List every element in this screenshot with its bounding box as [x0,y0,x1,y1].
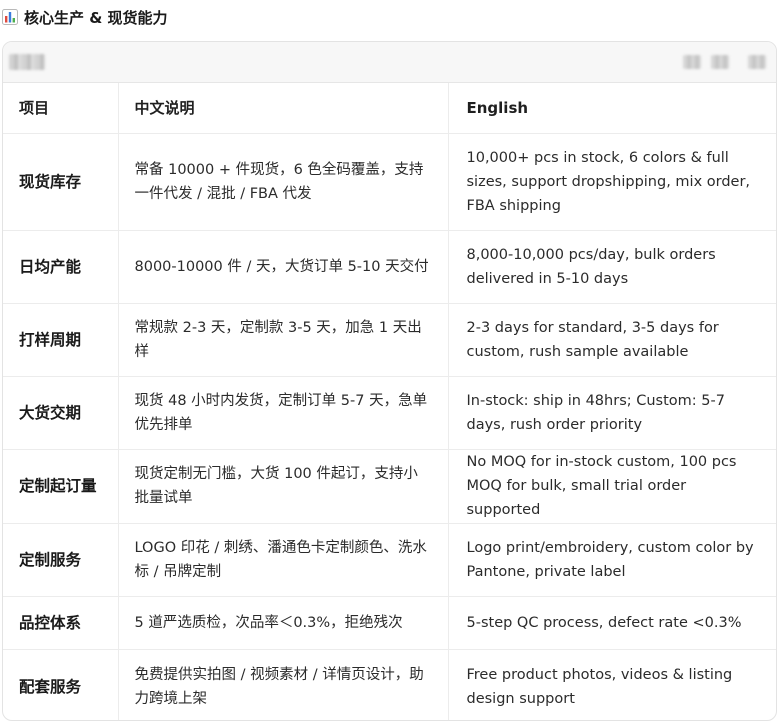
row-item: 定制服务 [3,523,119,597]
row-english: 10,000+ pcs in stock, 6 colors & full si… [448,133,776,231]
row-chinese: 现货定制无门槛，大货 100 件起订，支持小批量试单 [118,449,449,524]
table-row: 定制服务 LOGO 印花 / 刺绣、潘通色卡定制颜色、洗水标 / 吊牌定制 Lo… [3,523,776,597]
row-english: Logo print/embroidery, custom color by P… [448,523,776,597]
row-chinese: 常规款 2-3 天，定制款 3-5 天，加急 1 天出样 [118,303,449,377]
row-item: 大货交期 [3,376,119,450]
section-title: 核心生产 & 现货能力 [24,8,168,27]
section-heading: 核心生产 & 现货能力 [2,6,168,28]
header-english: English [448,83,776,134]
row-chinese: 常备 10000 + 件现货，6 色全码覆盖，支持一件代发 / 混批 / FBA… [118,133,449,231]
capability-table: 项目 中文说明 English 现货库存 常备 10000 + 件现货，6 色全… [3,83,776,720]
row-english: 8,000-10,000 pcs/day, bulk orders delive… [448,230,776,304]
table-row: 大货交期 现货 48 小时内发货，定制订单 5-7 天，急单优先排单 In-st… [3,376,776,450]
row-item: 定制起订量 [3,449,119,524]
row-chinese: 免费提供实拍图 / 视频素材 / 详情页设计，助力跨境上架 [118,649,449,720]
row-english: In-stock: ship in 48hrs; Custom: 5-7 day… [448,376,776,450]
blurred-toolbar-button[interactable] [683,55,701,69]
table-row: 打样周期 常规款 2-3 天，定制款 3-5 天，加急 1 天出样 2-3 da… [3,303,776,377]
table-row: 日均产能 8000-10000 件 / 天，大货订单 5-10 天交付 8,00… [3,230,776,304]
row-item: 打样周期 [3,303,119,377]
row-item: 品控体系 [3,596,119,650]
table-header-row: 项目 中文说明 English [3,83,776,134]
row-english: 5-step QC process, defect rate <0.3% [448,596,776,650]
header-item: 项目 [3,83,119,134]
blurred-toolbar-button[interactable] [711,55,729,69]
row-english: No MOQ for in-stock custom, 100 pcs MOQ … [448,449,776,524]
table-row: 现货库存 常备 10000 + 件现货，6 色全码覆盖，支持一件代发 / 混批 … [3,133,776,231]
header-chinese: 中文说明 [118,83,449,134]
table-row: 定制起订量 现货定制无门槛，大货 100 件起订，支持小批量试单 No MOQ … [3,449,776,524]
blurred-toolbar-button[interactable] [748,55,766,69]
row-item: 现货库存 [3,133,119,231]
bar-chart-icon [2,9,18,25]
row-item: 日均产能 [3,230,119,304]
table-toolbar [3,42,776,83]
row-item: 配套服务 [3,649,119,720]
table-row: 品控体系 5 道严选质检，次品率＜0.3%，拒绝残次 5-step QC pro… [3,596,776,650]
blurred-table-label [9,54,45,70]
row-chinese: 现货 48 小时内发货，定制订单 5-7 天，急单优先排单 [118,376,449,450]
row-english: Free product photos, videos & listing de… [448,649,776,720]
row-chinese: LOGO 印花 / 刺绣、潘通色卡定制颜色、洗水标 / 吊牌定制 [118,523,449,597]
row-english: 2-3 days for standard, 3-5 days for cust… [448,303,776,377]
table-card: 项目 中文说明 English 现货库存 常备 10000 + 件现货，6 色全… [2,41,777,721]
row-chinese: 8000-10000 件 / 天，大货订单 5-10 天交付 [118,230,449,304]
table-row: 配套服务 免费提供实拍图 / 视频素材 / 详情页设计，助力跨境上架 Free … [3,649,776,720]
row-chinese: 5 道严选质检，次品率＜0.3%，拒绝残次 [118,596,449,650]
